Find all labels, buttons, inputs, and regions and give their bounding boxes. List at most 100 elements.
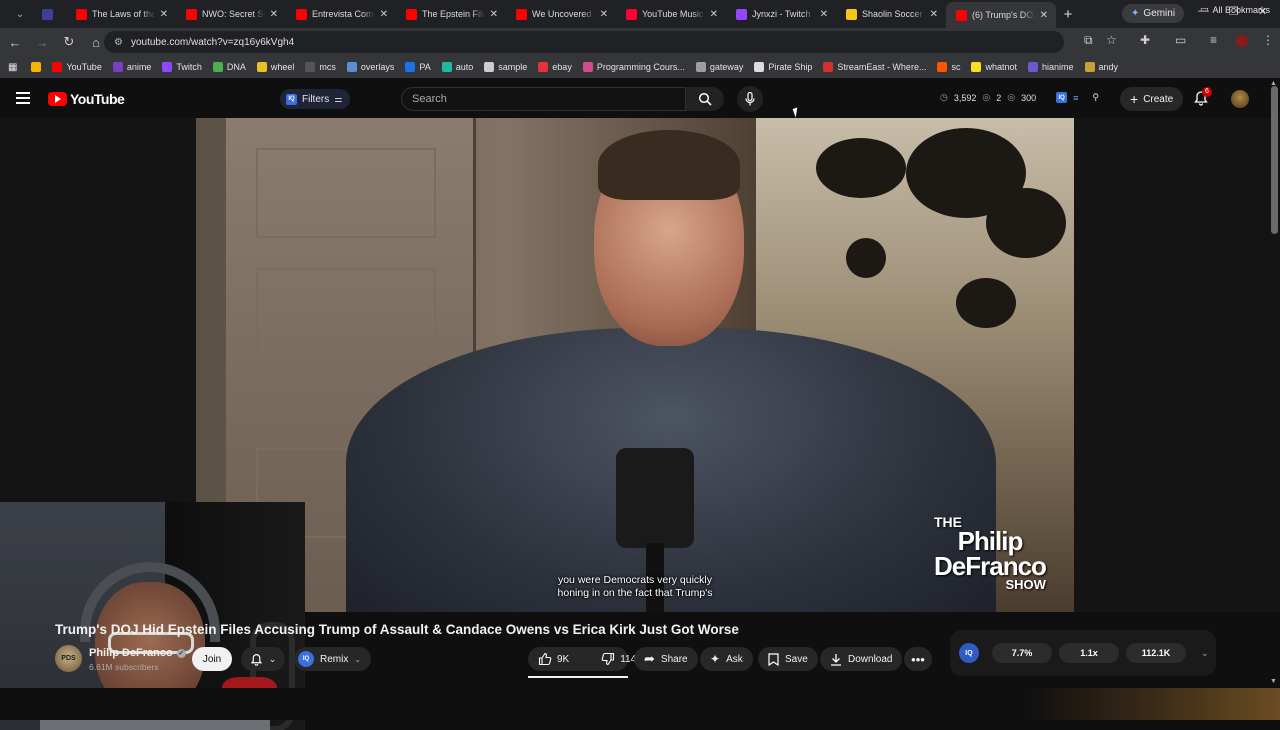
- tab-close-icon[interactable]: ✕: [270, 9, 278, 20]
- browser-tab[interactable]: The Epstein Files ✕: [396, 1, 506, 27]
- page-scrollbar[interactable]: [1271, 86, 1278, 234]
- browser-tab[interactable]: We Uncovered Th ✕: [506, 1, 616, 27]
- tab-favicon-icon: [736, 8, 747, 20]
- bookmark-item[interactable]: YouTube: [52, 62, 102, 72]
- bookmark-item[interactable]: Pirate Ship: [754, 62, 812, 72]
- gemini-icon: ✦: [1131, 8, 1140, 19]
- create-button[interactable]: + Create: [1120, 87, 1184, 111]
- remix-button[interactable]: IQ Remix ⌄: [294, 647, 372, 671]
- menu-dots-icon[interactable]: ⋮: [1262, 33, 1274, 47]
- iq-panel-icon[interactable]: IQ: [959, 643, 979, 663]
- join-button[interactable]: Join: [192, 647, 232, 671]
- filters-button[interactable]: IQ Filters ⚌: [280, 89, 351, 109]
- iq-stat-multiplier: 1.1x: [1059, 643, 1119, 663]
- back-icon[interactable]: ←: [3, 35, 27, 50]
- tab-close-icon[interactable]: ✕: [380, 9, 388, 20]
- bookmark-label: DNA: [226, 62, 246, 72]
- subscription-bell-button[interactable]: ⌄: [241, 647, 285, 671]
- bookmark-item[interactable]: overlays: [346, 62, 394, 72]
- list-icon[interactable]: ≡: [1073, 93, 1078, 103]
- video-player[interactable]: THE Philip DeFranco SHOW you were Democr…: [0, 118, 1280, 730]
- scroll-down-icon[interactable]: ▼: [1270, 678, 1277, 685]
- search-input[interactable]: Search: [401, 87, 686, 111]
- new-tab-button[interactable]: +: [1056, 6, 1080, 23]
- iq-extension-icon: IQ: [286, 93, 297, 105]
- browser-tab[interactable]: (6) Trump's DOJ ✕: [946, 2, 1056, 28]
- bookmark-item[interactable]: sample: [484, 62, 527, 72]
- youtube-logo[interactable]: YouTube: [48, 91, 125, 107]
- trophy-icon[interactable]: ⚲: [1092, 92, 1099, 103]
- bookmark-item[interactable]: sc: [937, 62, 960, 72]
- install-icon[interactable]: ⧉: [1084, 33, 1093, 48]
- bookmark-item[interactable]: gateway: [695, 62, 743, 72]
- channel-name[interactable]: Philip DeFranco ✓: [89, 647, 186, 659]
- all-bookmarks-button[interactable]: ▭ All Bookmarks: [1200, 4, 1270, 15]
- sidebar-icon[interactable]: ▭: [1175, 33, 1186, 47]
- notifications-button[interactable]: 6: [1193, 87, 1212, 108]
- reload-icon[interactable]: ↻: [57, 34, 81, 50]
- gemini-button[interactable]: ✦ Gemini: [1122, 4, 1185, 23]
- bookmark-item[interactable]: ebay: [538, 62, 572, 72]
- share-button[interactable]: ➦ Share: [634, 647, 698, 671]
- tab-favicon-icon: [186, 8, 197, 20]
- tab-close-icon[interactable]: ✕: [710, 9, 718, 20]
- iq-panel-chevron-icon[interactable]: ⌄: [1201, 648, 1209, 659]
- bookmark-item[interactable]: anime: [112, 62, 151, 72]
- profile-avatar[interactable]: [1236, 35, 1248, 47]
- browser-tab[interactable]: Entrevista Compl ✕: [286, 1, 396, 27]
- browser-tab[interactable]: [32, 1, 66, 27]
- more-actions-button[interactable]: •••: [904, 647, 932, 671]
- tab-close-icon[interactable]: ✕: [490, 9, 498, 20]
- account-avatar[interactable]: [1231, 90, 1249, 108]
- browser-tab-strip: ⌄ The Laws of the S✕NWO: Secret Soc✕Entr…: [0, 0, 1280, 28]
- save-button[interactable]: Save: [758, 647, 818, 671]
- bookmark-item[interactable]: mcs: [305, 62, 336, 72]
- browser-tab[interactable]: NWO: Secret Soc ✕: [176, 1, 286, 27]
- site-info-icon[interactable]: ⚙: [114, 37, 123, 48]
- download-button[interactable]: Download: [820, 647, 903, 671]
- forward-icon[interactable]: →: [30, 35, 54, 50]
- like-button[interactable]: 9K: [528, 647, 579, 671]
- extensions-icon[interactable]: ✚: [1140, 33, 1150, 47]
- channel-avatar[interactable]: PDS: [55, 645, 82, 672]
- bookmark-label: sample: [498, 62, 528, 72]
- url-input[interactable]: ⚙ youtube.com/watch?v=zq16y6kVgh4: [104, 31, 1064, 53]
- tab-close-icon[interactable]: ✕: [600, 9, 608, 20]
- ask-button[interactable]: ✦ Ask: [700, 647, 753, 671]
- ask-label: Ask: [726, 653, 743, 665]
- bookmark-item[interactable]: [31, 62, 42, 72]
- bookmark-star-icon[interactable]: ☆: [1106, 33, 1117, 47]
- bookmark-item[interactable]: PA: [405, 62, 431, 72]
- bookmark-item[interactable]: Twitch: [162, 62, 202, 72]
- video-frame[interactable]: THE Philip DeFranco SHOW you were Democr…: [196, 118, 1074, 612]
- browser-tab[interactable]: Jynxzi - Twitch ✕: [726, 1, 836, 27]
- tab-close-icon[interactable]: ✕: [1040, 10, 1048, 21]
- tab-close-icon[interactable]: ✕: [820, 9, 828, 20]
- browser-tab[interactable]: The Laws of the S ✕: [66, 1, 176, 27]
- tab-search-icon[interactable]: ⌄: [8, 4, 32, 24]
- bookmark-item[interactable]: auto: [441, 62, 473, 72]
- bookmark-favicon-icon: [405, 62, 416, 72]
- bookmark-item[interactable]: hianime: [1027, 62, 1074, 72]
- bookmark-item[interactable]: StreamEast - Where...: [823, 62, 926, 72]
- apps-grid-icon[interactable]: ▦: [8, 62, 17, 73]
- bookmark-item[interactable]: DNA: [212, 62, 246, 72]
- tab-close-icon[interactable]: ✕: [160, 9, 168, 20]
- bookmark-item[interactable]: andy: [1084, 62, 1118, 72]
- download-label: Download: [848, 653, 893, 665]
- remix-label: Remix: [320, 653, 349, 665]
- like-dislike-group: 9K 114: [528, 647, 636, 671]
- bookmark-item[interactable]: Programming Cours...: [582, 62, 685, 72]
- bookmark-item[interactable]: wheel: [256, 62, 294, 72]
- caption-line1: you were Democrats very quickly: [557, 574, 713, 586]
- tab-close-icon[interactable]: ✕: [930, 9, 938, 20]
- browser-tab[interactable]: Shaolin Soccer (2 ✕: [836, 1, 946, 27]
- voice-search-button[interactable]: [737, 86, 763, 112]
- bookmark-favicon-icon: [538, 62, 549, 72]
- media-icon[interactable]: ≡: [1210, 33, 1217, 47]
- hamburger-menu-icon[interactable]: [16, 92, 30, 107]
- bookmark-item[interactable]: whatnot: [971, 62, 1017, 72]
- browser-tab[interactable]: YouTube Music ✕: [616, 1, 726, 27]
- iq-icon[interactable]: IQ: [1056, 92, 1068, 103]
- search-button[interactable]: [686, 87, 724, 111]
